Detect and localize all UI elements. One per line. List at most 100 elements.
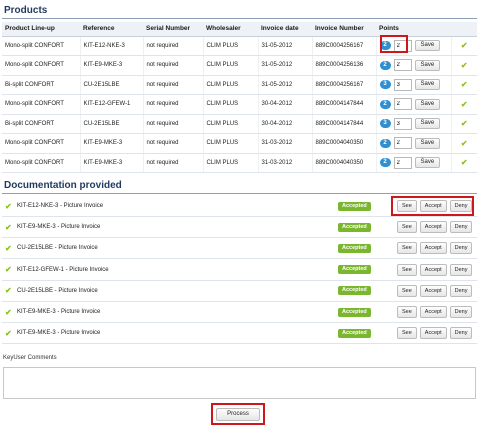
products-divider (2, 18, 477, 19)
product-wholesaler: CLIM PLUS (203, 36, 259, 56)
see-button[interactable]: See (397, 306, 417, 318)
product-invoice-number: 889C0004256167 (312, 75, 377, 95)
product-row: Mono-split CONFORT KIT-E9-MKE-3 not requ… (2, 133, 477, 154)
save-button[interactable]: Save (414, 137, 441, 149)
accepted-badge: Accepted (338, 265, 371, 275)
product-wholesaler: CLIM PLUS (203, 114, 259, 134)
save-button[interactable]: Save (414, 40, 441, 52)
product-row: Mono-split CONFORT KIT-E9-MKE-3 not requ… (2, 55, 477, 76)
deny-button[interactable]: Deny (449, 242, 473, 255)
product-serial: not required (143, 55, 204, 76)
see-button[interactable]: See (397, 263, 417, 276)
product-invoice-number: 889C0004256136 (312, 55, 377, 76)
check-icon: ✔ (5, 265, 12, 275)
save-button[interactable]: Save (414, 59, 441, 71)
col-wholesaler: Wholesaler (203, 22, 258, 37)
product-wholesaler: CLIM PLUS (203, 94, 259, 115)
comments-field[interactable] (3, 367, 476, 399)
product-invoice-number: 889C0004040350 (312, 133, 377, 154)
accept-button[interactable]: Accept (419, 221, 447, 234)
points-input[interactable] (393, 156, 412, 169)
doc-label: KIT-E9-MKE-3 - Picture Invoice (17, 330, 101, 337)
save-button[interactable]: Save (414, 157, 441, 169)
doc-actions: See Accept Deny (397, 306, 473, 318)
check-icon: ✔ (460, 119, 468, 129)
deny-button[interactable]: Deny (449, 263, 473, 276)
product-reference: CU-2E15LBE (80, 114, 144, 134)
doc-row: ✔ CU-2E15LBE - Picture Invoice Accepted … (2, 238, 477, 260)
product-line: Bi-split CONFORT (2, 114, 81, 134)
check-icon: ✔ (460, 138, 468, 148)
product-line: Mono-split CONFORT (2, 55, 81, 76)
accept-button[interactable]: Accept (419, 242, 447, 255)
points-badge: 2 (379, 99, 391, 109)
status-cell: ✔ (451, 153, 477, 173)
doc-row: ✔ KIT-E9-MKE-3 - Picture Invoice Accepte… (2, 302, 477, 323)
doc-label: CU-2E15LBE - Picture Invoice (17, 245, 98, 252)
product-reference: KIT-E9-MKE-3 (80, 55, 144, 76)
points-cell: 2 Save (376, 153, 452, 173)
product-invoice-date: 31-03-2012 (258, 133, 313, 154)
points-cell: 3 Save (376, 114, 452, 134)
accept-button[interactable]: Accept (419, 284, 447, 297)
documentation-title: Documentation provided (4, 180, 122, 191)
product-line: Mono-split CONFORT (2, 153, 81, 173)
product-serial: not required (143, 133, 204, 154)
documentation-divider (2, 193, 477, 194)
check-icon: ✔ (460, 158, 468, 168)
doc-actions: See Accept Deny (397, 284, 473, 297)
doc-label: KIT-E12-GFEW-1 - Picture Invoice (17, 266, 109, 273)
check-icon: ✔ (5, 307, 12, 317)
save-button[interactable]: Save (414, 98, 441, 110)
status-cell: ✔ (451, 94, 477, 115)
accepted-badge: Accepted (338, 201, 371, 211)
product-wholesaler: CLIM PLUS (203, 133, 259, 154)
points-badge: 2 (379, 60, 391, 70)
deny-button[interactable]: Deny (449, 284, 473, 297)
doc-row: ✔ KIT-E9-MKE-3 - Picture Invoice Accepte… (2, 323, 477, 345)
doc-actions: See Accept Deny (397, 263, 473, 276)
points-input[interactable] (393, 117, 412, 130)
product-invoice-date: 31-03-2012 (258, 153, 313, 173)
status-cell: ✔ (451, 75, 477, 95)
points-input[interactable] (393, 78, 412, 91)
see-button[interactable]: See (397, 242, 417, 255)
product-invoice-date: 31-05-2012 (258, 55, 313, 76)
see-button[interactable]: See (397, 327, 417, 340)
check-icon: ✔ (5, 328, 12, 338)
see-button[interactable]: See (397, 221, 417, 234)
points-input[interactable] (393, 98, 412, 111)
accepted-badge: Accepted (338, 307, 371, 317)
accept-button[interactable]: Accept (419, 306, 447, 318)
points-input[interactable] (393, 59, 412, 72)
col-invoice-date: Invoice date (258, 22, 312, 37)
accept-button[interactable]: Accept (419, 263, 447, 276)
accept-button[interactable]: Accept (419, 327, 447, 340)
process-button-highlight (211, 403, 265, 425)
points-cell: 2 Save (376, 94, 452, 115)
col-product-line: Product Line-up (2, 22, 80, 37)
see-button[interactable]: See (397, 284, 417, 297)
points-badge: 2 (379, 138, 391, 148)
save-button[interactable]: Save (414, 79, 441, 91)
check-icon: ✔ (5, 201, 12, 211)
product-invoice-date: 31-05-2012 (258, 75, 313, 95)
product-reference: KIT-E12-GFEW-1 (80, 94, 144, 115)
col-invoice-number: Invoice Number (312, 22, 376, 37)
doc-label: KIT-E9-MKE-3 - Picture Invoice (17, 309, 101, 315)
product-invoice-number: 889C0004256167 (312, 36, 377, 56)
status-cell: ✔ (451, 36, 477, 56)
save-button[interactable]: Save (414, 118, 441, 130)
deny-button[interactable]: Deny (449, 306, 473, 318)
check-icon: ✔ (5, 243, 12, 253)
product-serial: not required (143, 153, 204, 173)
points-input[interactable] (393, 137, 412, 150)
accepted-badge: Accepted (338, 222, 371, 232)
status-cell: ✔ (451, 114, 477, 134)
points-cell: 2 Save (376, 133, 452, 154)
deny-button[interactable]: Deny (449, 221, 473, 234)
comments-label: KeyUser Comments (3, 355, 57, 361)
deny-button[interactable]: Deny (449, 327, 473, 340)
accepted-badge: Accepted (338, 328, 371, 338)
product-row: Bi-split CONFORT CU-2E15LBE not required… (2, 75, 477, 95)
